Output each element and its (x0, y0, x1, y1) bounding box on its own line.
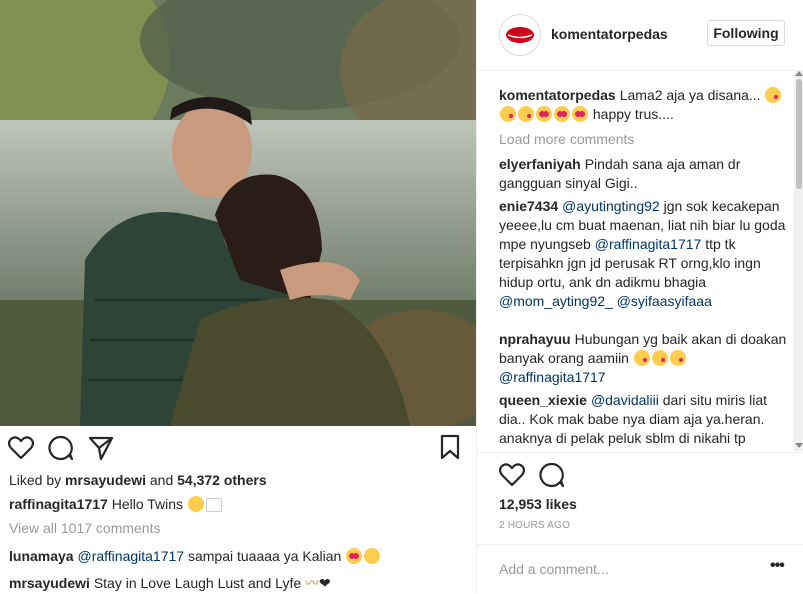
caption-comment: lunamaya @raffinagita1717 sampai tuaaaa … (9, 548, 381, 564)
rainbow-emoji-icon: 〰 (305, 575, 320, 591)
heart-icon[interactable] (8, 436, 34, 460)
kiss-emoji-icon (500, 106, 516, 122)
comment-mention[interactable]: @ayutingting92 (562, 198, 660, 214)
comment-user[interactable]: mrsayudewi (9, 575, 90, 591)
heart-eyes-emoji-icon (536, 106, 552, 122)
comments-panel: komentatorpedas Following komentatorpeda… (476, 0, 803, 593)
comment-icon[interactable] (48, 435, 74, 461)
kiss-emoji-icon (651, 350, 668, 366)
comment-user[interactable]: queen_xiexie (499, 392, 587, 408)
kiss-emoji-icon (518, 106, 534, 122)
view-all-comments[interactable]: View all 1017 comments (9, 520, 160, 536)
list-item: elyerfaniyah Pindah sana aja aman dr gang… (499, 155, 789, 193)
liked-by-prefix: Liked by (9, 472, 62, 488)
avatar[interactable] (499, 14, 541, 56)
bookmark-icon[interactable] (440, 434, 460, 460)
caption-text: Hello Twins (111, 496, 184, 512)
scrollbar-thumb[interactable] (796, 79, 802, 189)
list-item: komentatorpedas Lama2 aja ya disana... ha… (499, 86, 789, 124)
liked-by-user[interactable]: mrsayudewi (65, 472, 146, 488)
comment-mention[interactable]: @raffinagita1717 (595, 236, 702, 252)
caption-comment: mrsayudewi Stay in Love Laugh Lust and L… (9, 573, 331, 593)
comments-list: komentatorpedas Lama2 aja ya disana... ha… (477, 71, 803, 451)
more-options-icon[interactable]: ••• (770, 557, 785, 575)
comment-user[interactable]: lunamaya (9, 548, 74, 564)
header-username[interactable]: komentatorpedas (551, 26, 668, 42)
comment-mention[interactable]: @raffinagita1717 (499, 369, 606, 385)
scroll-up-arrow-icon[interactable] (795, 71, 803, 76)
comment-user[interactable]: nprahayuu (499, 331, 571, 347)
panel-action-bar (477, 452, 803, 497)
caption: raffinagita1717 Hello Twins (9, 496, 223, 512)
following-button[interactable]: Following (707, 20, 785, 46)
comment-user[interactable]: enie7434 (499, 198, 558, 214)
comment-user[interactable]: komentatorpedas (499, 87, 616, 103)
black-heart-icon: ❤ (319, 575, 331, 591)
comment-user[interactable]: elyerfaniyah (499, 156, 581, 172)
heart-eyes-emoji-icon (554, 106, 570, 122)
kiss-emoji-icon (633, 350, 650, 366)
list-item: queen_xiexie @davidaliii dari situ miris … (499, 391, 789, 451)
add-comment-bar: ••• (477, 544, 803, 594)
lips-logo-icon (506, 27, 534, 43)
kiss-emoji-icon (669, 350, 686, 366)
load-more-comments[interactable]: Load more comments (499, 131, 634, 147)
comment-mention[interactable]: @mom_ayting92_ (499, 293, 613, 309)
liked-by-and: and (149, 472, 174, 488)
post-media-column: Liked by mrsayudewi and 54,372 others ra… (0, 0, 476, 593)
comment-mention[interactable]: @davidaliii (591, 392, 659, 408)
post-photo[interactable] (0, 0, 476, 426)
share-icon[interactable] (88, 435, 114, 461)
add-comment-input[interactable] (499, 559, 749, 579)
emoji-icon (187, 496, 204, 512)
comment-text: sampai tuaaaa ya Kalian (187, 548, 342, 564)
heart-icon[interactable] (499, 463, 525, 487)
comment-mention[interactable]: @raffinagita1717 (77, 548, 184, 564)
photo-scene (0, 0, 476, 426)
heart-eyes-emoji-icon (346, 548, 363, 564)
comment-mention[interactable]: @syifaasyifaaa (617, 293, 712, 309)
post-header: komentatorpedas Following (477, 0, 803, 71)
comment-text: happy trus.... (592, 106, 674, 122)
timestamp: 2 HOURS AGO (499, 520, 571, 531)
comment-text: Lama2 aja ya disana... (619, 87, 761, 103)
comment-icon[interactable] (539, 462, 565, 488)
emoji-icon (364, 548, 381, 564)
scroll-down-arrow-icon[interactable] (795, 443, 803, 448)
flag-icon (205, 498, 222, 512)
likes-count[interactable]: 12,953 likes (499, 496, 577, 512)
comment-text: Stay in Love Laugh Lust and Lyfe (93, 575, 302, 591)
post-action-bar (0, 426, 476, 470)
liked-by: Liked by mrsayudewi and 54,372 others (9, 472, 267, 488)
list-item: enie7434 @ayutingting92 jgn sok kecakepan… (499, 197, 789, 311)
caption-user[interactable]: raffinagita1717 (9, 496, 108, 512)
kiss-emoji-icon (765, 87, 782, 103)
heart-eyes-emoji-icon (572, 106, 588, 122)
list-item: nprahayuu Hubungan yg baik akan di doakan… (499, 330, 789, 387)
comments-scrollbar[interactable] (794, 71, 803, 451)
liked-by-others[interactable]: 54,372 others (177, 472, 267, 488)
